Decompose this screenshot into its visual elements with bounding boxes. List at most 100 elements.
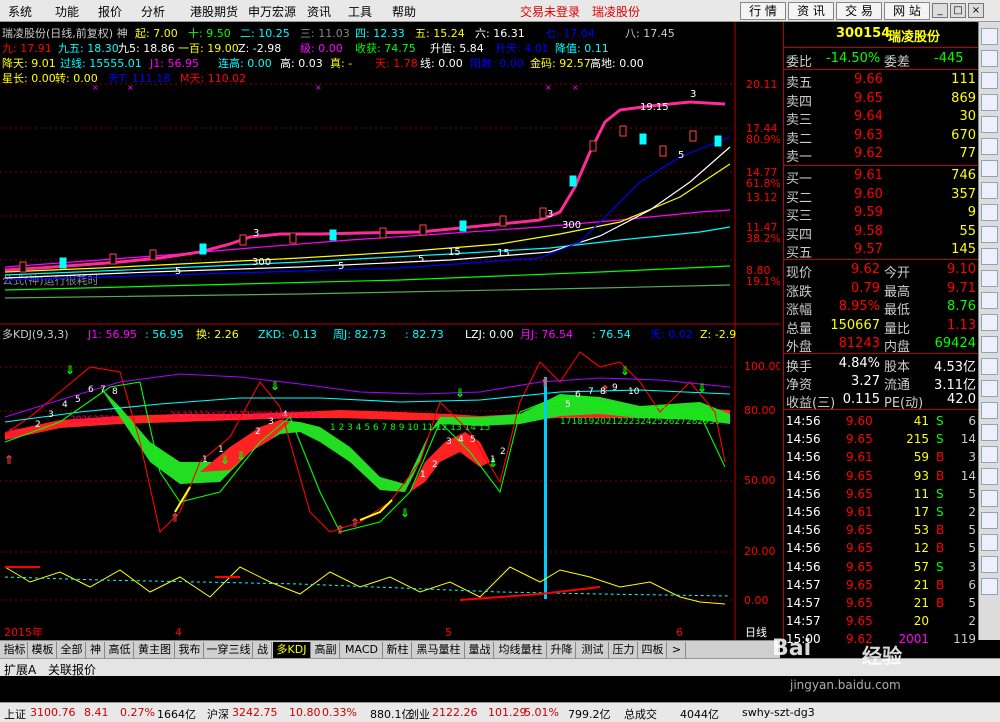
svg-text:1 2 3 4 5 6 7 8 9 10 11 12 13: 1 2 3 4 5 6 7 8 9 10 11 12 13 14 15: [330, 423, 490, 433]
tick-volume: 11: [913, 486, 929, 501]
price-axis-label: 61.8%: [746, 177, 780, 190]
user-icon[interactable]: [981, 204, 998, 221]
tab-indicator[interactable]: 神: [87, 642, 105, 658]
tool-icon[interactable]: [981, 424, 998, 441]
svg-text:⇓: ⇓: [400, 506, 410, 520]
svg-text:1: 1: [420, 470, 426, 480]
tool6-icon[interactable]: [981, 534, 998, 551]
candle: [539, 207, 547, 219]
rsi-icon[interactable]: [981, 314, 998, 331]
line-icon[interactable]: [981, 116, 998, 133]
kline-chart[interactable]: 瑞凌股份(日线,前复权) 神 起: 7.00 十: 9.50 二: 10.25 三: …: [0, 22, 780, 640]
right-tab[interactable]: 网 站: [884, 2, 930, 20]
kdj-axis-label: 0.00: [744, 594, 769, 607]
tab-indicator[interactable]: 战: [254, 642, 272, 658]
tick-count: 5: [968, 541, 976, 556]
layer-icon[interactable]: [981, 292, 998, 309]
tab-indicator[interactable]: 黄主图: [135, 642, 175, 658]
tab-indicator[interactable]: 测试: [577, 642, 609, 658]
candle: [199, 243, 207, 255]
menu-item[interactable]: 分析: [141, 3, 165, 20]
indicator-value: 八: 17.45: [625, 27, 675, 40]
minimize-icon[interactable]: _: [932, 3, 948, 18]
tick-side: B: [936, 523, 945, 538]
tick-volume: 21: [913, 596, 929, 610]
sort-icon[interactable]: [981, 248, 998, 265]
zoom-in-icon[interactable]: [981, 358, 998, 375]
tab-related-quote[interactable]: 关联报价: [48, 661, 96, 678]
status-item: 10.80: [289, 706, 321, 719]
tab-indicator[interactable]: 模板: [29, 642, 57, 658]
tab-indicator[interactable]: 全部: [58, 642, 86, 658]
kdj-value: LZJ: 0.00: [465, 328, 514, 341]
menu-item[interactable]: 帮助: [392, 3, 416, 20]
tab-indicator[interactable]: 均线量柱: [495, 642, 547, 658]
ask-label: 卖四: [786, 94, 813, 110]
quote-icon[interactable]: [981, 28, 998, 45]
status-item: 上证: [4, 708, 26, 721]
chart-icon[interactable]: [981, 50, 998, 67]
tool8-icon[interactable]: [981, 578, 998, 595]
tool4-icon[interactable]: [981, 490, 998, 507]
menu-item[interactable]: 系统: [8, 3, 32, 20]
move-icon[interactable]: [981, 402, 998, 419]
status-item: 101.29: [488, 706, 527, 719]
close-icon[interactable]: ×: [968, 3, 984, 18]
sub-tab-bar: 扩展A 关联报价: [0, 658, 1000, 678]
info-icon[interactable]: [981, 182, 998, 199]
bar-icon[interactable]: [981, 94, 998, 111]
svg-text:1718192021222324252627282930: 1718192021222324252627282930: [560, 417, 721, 427]
svg-text:×: ×: [127, 83, 134, 92]
ask-price: 9.64: [854, 109, 883, 124]
ask-price: 9.63: [854, 127, 883, 143]
tab-indicator[interactable]: 量战: [466, 642, 494, 658]
tool7-icon[interactable]: [981, 556, 998, 573]
svg-text:⇓: ⇓: [455, 386, 465, 400]
tab-indicator[interactable]: 我布: [176, 642, 204, 658]
right-tab[interactable]: 行 情: [740, 2, 786, 20]
tab-indicator[interactable]: 压力: [610, 642, 638, 658]
menu-item[interactable]: 报价: [98, 3, 122, 20]
right-tab[interactable]: 资 讯: [788, 2, 834, 20]
menu-item[interactable]: 工具: [348, 3, 372, 20]
f10-icon[interactable]: [981, 160, 998, 177]
tab-indicator[interactable]: MACD前: [341, 642, 383, 671]
tab-indicator[interactable]: 一穿三线: [205, 642, 253, 658]
candle: [569, 175, 577, 187]
window-icon[interactable]: [981, 226, 998, 243]
tab-indicator[interactable]: 四板: [639, 642, 667, 658]
tool2-icon[interactable]: [981, 446, 998, 463]
kdj-value: Z: -2.9: [700, 328, 736, 341]
indicator-value: 星长: 0.00: [2, 72, 56, 85]
zoom-out-icon[interactable]: [981, 380, 998, 397]
maximize-icon[interactable]: □: [950, 3, 966, 18]
menu-item[interactable]: 资讯: [307, 3, 331, 20]
tab-indicator[interactable]: 高副: [312, 642, 340, 658]
candle: [289, 232, 297, 244]
tick-side: B: [936, 450, 945, 465]
tab-indicator[interactable]: 指标: [2, 642, 28, 658]
list-icon[interactable]: [981, 72, 998, 89]
tab-indicator[interactable]: 黑马量柱: [413, 642, 465, 658]
tick-count: 5: [968, 486, 976, 501]
tool5-icon[interactable]: [981, 512, 998, 529]
price-axis-label: 38.2%: [746, 232, 780, 245]
tab-indicator[interactable]: 新柱: [384, 642, 412, 658]
menu-item[interactable]: 港股期货: [190, 3, 238, 20]
price-axis-label: 13.12: [746, 191, 778, 204]
tab-expand-a[interactable]: 扩展A: [4, 661, 36, 678]
tab-indicator[interactable]: 高低: [106, 642, 134, 658]
tab-indicator[interactable]: >: [668, 642, 686, 658]
tool-sidebar: [978, 22, 1000, 640]
date-axis-label: 4: [175, 626, 182, 639]
tool3-icon[interactable]: [981, 468, 998, 485]
tab-indicator[interactable]: 多KDJ: [273, 642, 311, 658]
right-tab[interactable]: 交 易: [836, 2, 882, 20]
kdj-icon[interactable]: [981, 336, 998, 353]
menu-item[interactable]: 申万宏源: [248, 3, 296, 20]
tab-indicator[interactable]: 升降: [548, 642, 576, 658]
fz-icon[interactable]: [981, 270, 998, 287]
menu-item[interactable]: 功能: [55, 3, 79, 20]
kline-icon[interactable]: [981, 138, 998, 155]
svg-text:⇑: ⇑: [350, 516, 360, 530]
